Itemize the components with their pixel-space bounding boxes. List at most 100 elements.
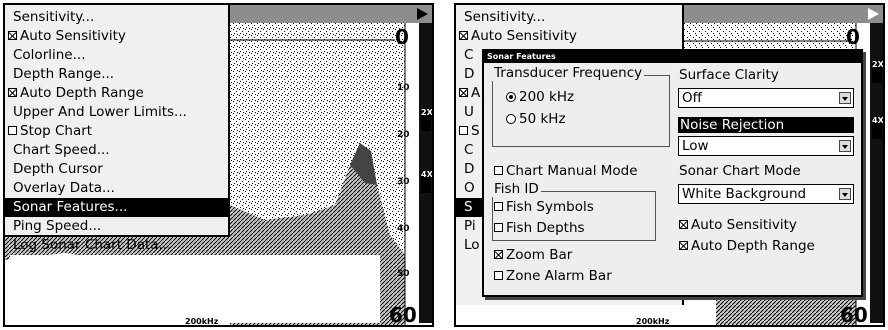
- zoom-4x-indicator: 4X: [421, 171, 432, 193]
- menu-item-overlay-data[interactable]: Overlay Data...: [5, 179, 228, 198]
- checkbox-label: Fish Symbols: [506, 199, 594, 215]
- surface-clarity-label: Surface Clarity: [679, 67, 779, 83]
- radio-50khz[interactable]: 50 kHz: [506, 111, 566, 127]
- menu-item-label: Sensitivity...: [13, 9, 95, 25]
- menu-item-stop-chart[interactable]: Stop Chart: [5, 122, 228, 141]
- menu-item-chart-speed[interactable]: Chart Speed...: [5, 141, 228, 160]
- menu-item-label: Stop Chart: [20, 123, 93, 139]
- checkbox-unchecked-icon[interactable]: [8, 126, 17, 135]
- auto-sensitivity-checkbox[interactable]: Auto Sensitivity: [679, 217, 797, 233]
- menu-item-label: Overlay Data...: [13, 180, 115, 196]
- select-value: Low: [682, 138, 709, 154]
- menu-item-label: Depth Cursor: [13, 161, 103, 177]
- depth-label-60: 60: [389, 303, 417, 327]
- chart-manual-mode-checkbox[interactable]: Chart Manual Mode: [494, 163, 638, 179]
- menu-item-sensitivity[interactable]: Sensitivity...: [5, 8, 228, 27]
- menu-item-sensitivity[interactable]: Sensitivity...: [456, 8, 682, 27]
- menu-item-label: Chart Speed...: [13, 142, 110, 158]
- menu-item-sonar-features[interactable]: Sonar Features...: [5, 198, 228, 217]
- radio-label: 50 kHz: [519, 111, 566, 127]
- menu-item-label: A: [471, 85, 481, 101]
- menu-item-ping-speed[interactable]: Ping Speed...: [5, 217, 228, 236]
- radio-selected-icon[interactable]: [506, 92, 516, 102]
- checkbox-label: Fish Depths: [506, 220, 585, 236]
- chevron-down-icon[interactable]: [839, 188, 851, 200]
- play-arrow-icon[interactable]: [417, 8, 428, 20]
- menu-item-label: D: [464, 66, 475, 82]
- checkbox-checked-icon[interactable]: [679, 220, 688, 229]
- checkbox-unchecked-icon[interactable]: [494, 202, 503, 211]
- depth-label-30: 30: [397, 177, 410, 187]
- menu-item-auto-sensitivity[interactable]: Auto Sensitivity: [5, 27, 228, 46]
- checkbox-checked-icon[interactable]: [679, 241, 688, 250]
- chevron-down-icon[interactable]: [839, 92, 851, 104]
- zoom-2x-indicator: 2X: [421, 109, 432, 131]
- menu-item-label: Sensitivity...: [464, 9, 546, 25]
- checkbox-checked-icon[interactable]: [494, 250, 503, 259]
- menu-item-label: Log Sonar Chart Data...: [13, 237, 172, 253]
- checkbox-label: Zone Alarm Bar: [506, 268, 612, 284]
- auto-depth-range-checkbox[interactable]: Auto Depth Range: [679, 238, 815, 254]
- noise-rejection-label: Noise Rejection: [678, 117, 854, 133]
- checkbox-checked-icon[interactable]: [8, 31, 17, 40]
- depth-label-20: 20: [397, 130, 410, 140]
- checkbox-checked-icon[interactable]: [459, 31, 468, 40]
- menu-item-label: Depth Range...: [13, 66, 115, 82]
- menu-item-label: S: [471, 123, 480, 139]
- menu-item-label: C: [464, 47, 474, 63]
- zone-alarm-bar-checkbox[interactable]: Zone Alarm Bar: [494, 268, 612, 284]
- menu-item-auto-depth-range[interactable]: Auto Depth Range: [5, 84, 228, 103]
- menu-item-label: S: [464, 199, 473, 215]
- menu-item-label: C: [464, 142, 474, 158]
- sonar-chart-mode-select[interactable]: White Background: [678, 184, 854, 204]
- depth-label-0: 0: [395, 25, 409, 49]
- radio-200khz[interactable]: 200 kHz: [506, 89, 574, 105]
- surface-clarity-select[interactable]: Off: [678, 88, 854, 108]
- checkbox-label: Auto Depth Range: [691, 238, 815, 254]
- menu-item-label: Lo: [464, 237, 480, 253]
- select-value: Off: [682, 90, 702, 106]
- fish-id-label: Fish ID: [492, 181, 541, 197]
- menu-item-depth-range[interactable]: Depth Range...: [5, 65, 228, 84]
- frequency-label: 200kHz: [636, 317, 670, 326]
- menu-item-auto-sensitivity[interactable]: Auto Sensitivity: [456, 27, 682, 46]
- depth-label-60: 60: [840, 303, 868, 327]
- fish-depths-checkbox[interactable]: Fish Depths: [494, 220, 585, 236]
- checkbox-checked-icon[interactable]: [459, 88, 468, 97]
- dialog-title: Sonar Features: [484, 51, 861, 63]
- checkbox-label: Zoom Bar: [506, 247, 573, 263]
- sonar-chart-mode-label: Sonar Chart Mode: [679, 163, 801, 179]
- sonar-screen-right: 0 60 2X 4X 200kHz Sensitivity... Auto Se…: [454, 3, 885, 327]
- menu-item-label: Auto Sensitivity: [471, 28, 577, 44]
- select-value: White Background: [682, 186, 807, 202]
- depth-label-40: 40: [397, 224, 410, 234]
- fish-symbols-checkbox[interactable]: Fish Symbols: [494, 199, 594, 215]
- depth-label-0: 0: [846, 25, 860, 49]
- sonar-menu: Sensitivity... Auto Sensitivity Colorlin…: [5, 5, 230, 253]
- menu-item-depth-cursor[interactable]: Depth Cursor: [5, 160, 228, 179]
- frequency-label: 200kHz: [185, 317, 219, 326]
- menu-item-log-sonar-chart-data[interactable]: Log Sonar Chart Data...: [5, 236, 228, 255]
- checkbox-unchecked-icon[interactable]: [494, 166, 503, 175]
- checkbox-unchecked-icon[interactable]: [494, 271, 503, 280]
- radio-unselected-icon[interactable]: [506, 114, 516, 124]
- menu-item-label: O: [464, 180, 475, 196]
- zoom-bar-checkbox[interactable]: Zoom Bar: [494, 247, 572, 263]
- menu-item-upper-lower-limits[interactable]: Upper And Lower Limits...: [5, 103, 228, 122]
- transducer-frequency-label: Transducer Frequency: [492, 65, 645, 81]
- menu-item-label: Auto Depth Range: [20, 85, 144, 101]
- zoom-4x-indicator: 4X: [872, 117, 883, 139]
- sonar-screen-left: 0 10 20 30 40 50 60 2X 4X 200kHz Sensiti…: [3, 3, 434, 327]
- menu-item-colorline[interactable]: Colorline...: [5, 46, 228, 65]
- menu-item-label: D: [464, 161, 475, 177]
- sonar-features-dialog: Sonar Features Transducer Frequency 200 …: [482, 49, 863, 297]
- checkbox-unchecked-icon[interactable]: [494, 223, 503, 232]
- checkbox-unchecked-icon[interactable]: [459, 126, 468, 135]
- chevron-down-icon[interactable]: [839, 140, 851, 152]
- play-arrow-icon[interactable]: [868, 8, 879, 20]
- depth-label-10: 10: [397, 83, 410, 93]
- menu-item-label: Pi: [464, 218, 476, 234]
- checkbox-checked-icon[interactable]: [8, 88, 17, 97]
- depth-label-50: 50: [397, 269, 410, 279]
- noise-rejection-select[interactable]: Low: [678, 136, 854, 156]
